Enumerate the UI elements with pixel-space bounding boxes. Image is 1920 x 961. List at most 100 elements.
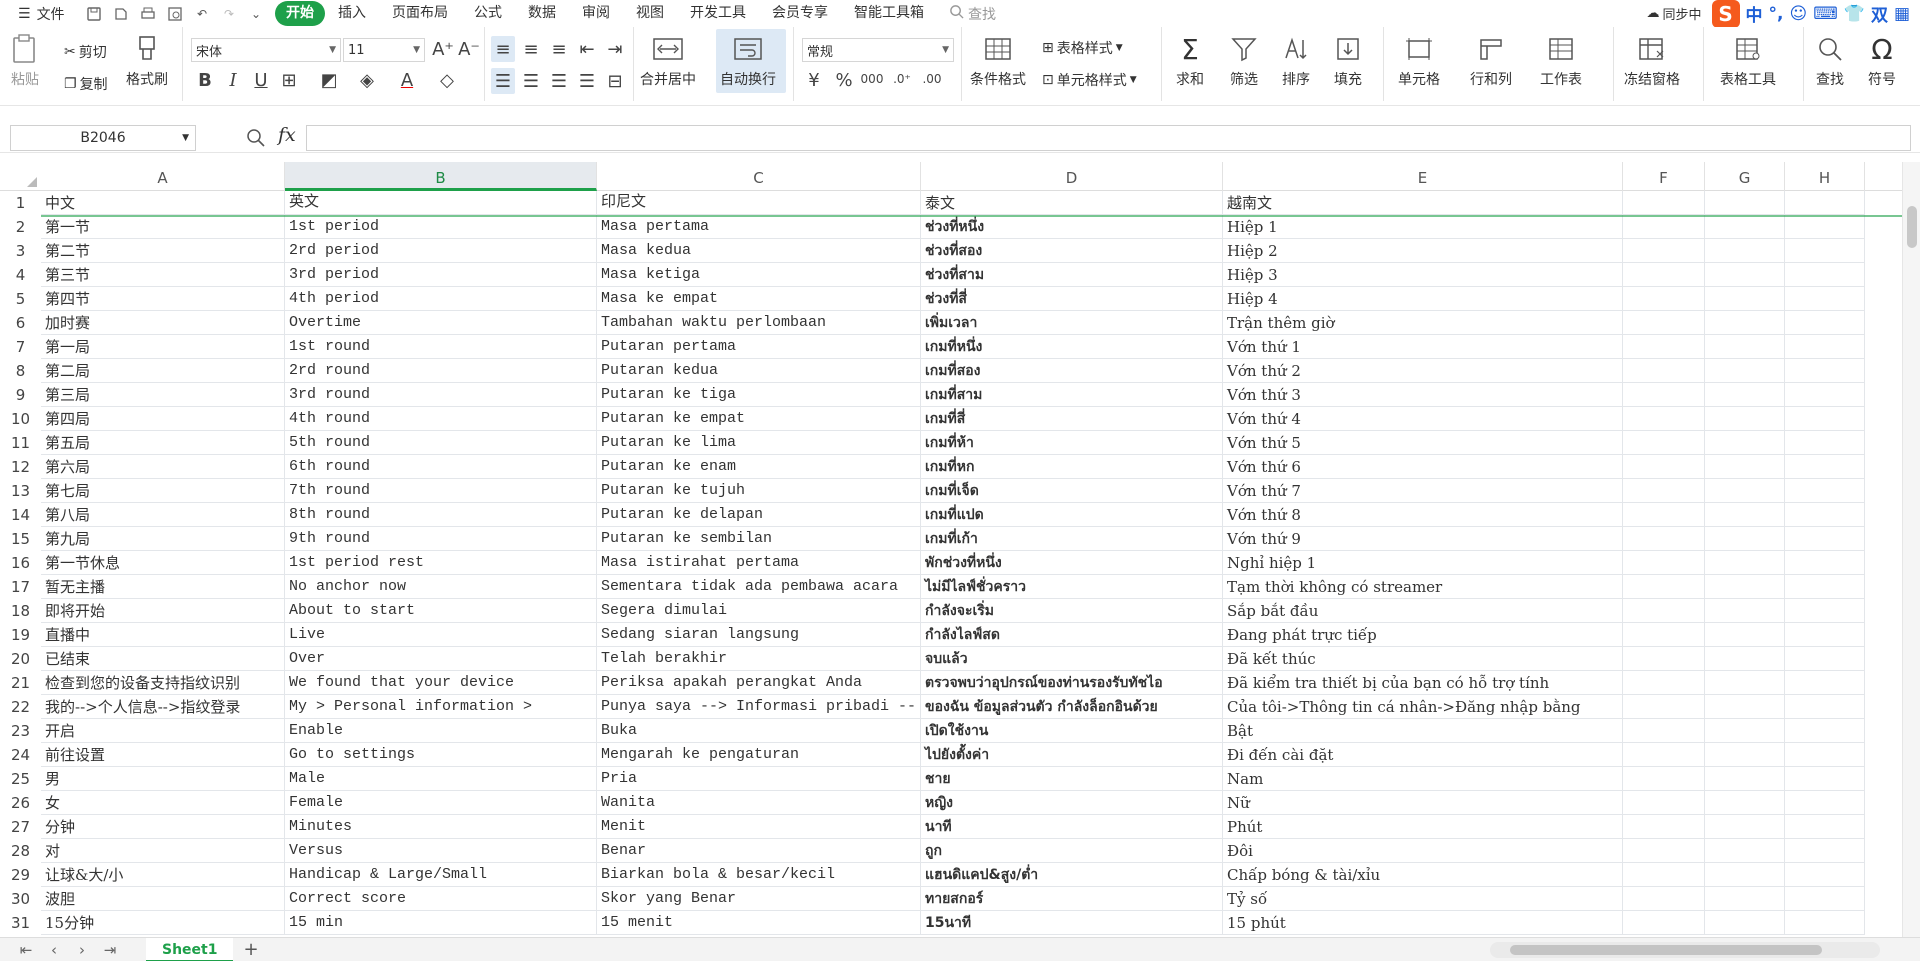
row-header[interactable]: 11 (0, 431, 41, 455)
cell-b15[interactable]: 9th round (285, 527, 597, 551)
row-header[interactable]: 6 (0, 311, 41, 335)
row-header[interactable]: 26 (0, 791, 41, 815)
cell-b30[interactable]: Correct score (285, 887, 597, 911)
cell-b29[interactable]: Handicap & Large/Small (285, 863, 597, 887)
cell-d19[interactable]: กำลังไลฟ์สด (921, 623, 1223, 647)
cell-f15[interactable] (1623, 527, 1705, 551)
cell-f27[interactable] (1623, 815, 1705, 839)
cell-g22[interactable] (1705, 695, 1785, 719)
cell-f7[interactable] (1623, 335, 1705, 359)
cell-e1[interactable]: 越南文 (1223, 191, 1623, 215)
cell-e2[interactable]: Hiệp 1 (1223, 215, 1623, 239)
cell-f22[interactable] (1623, 695, 1705, 719)
align-middle-icon[interactable]: ≡ (519, 39, 543, 60)
cell-g18[interactable] (1705, 599, 1785, 623)
cell-a8[interactable]: 第二局 (41, 359, 285, 383)
filter-button[interactable]: 筛选 (1230, 29, 1258, 89)
ime-keyboard-icon[interactable]: ⌨ (1813, 4, 1838, 24)
cell-a20[interactable]: 已结束 (41, 647, 285, 671)
cell-a24[interactable]: 前往设置 (41, 743, 285, 767)
cell-d23[interactable]: เปิดใช้งาน (921, 719, 1223, 743)
cell-a26[interactable]: 女 (41, 791, 285, 815)
align-bottom-icon[interactable]: ≡ (547, 39, 571, 60)
ime-skin-icon[interactable]: 👕 (1844, 4, 1865, 24)
prev-sheet-icon[interactable]: ‹ (40, 941, 68, 959)
cell-c21[interactable]: Periksa apakah perangkat Anda (597, 671, 921, 695)
cell-d28[interactable]: ถูก (921, 839, 1223, 863)
cell-g8[interactable] (1705, 359, 1785, 383)
tab-formulas[interactable]: 公式 (461, 1, 515, 26)
cell-h4[interactable] (1785, 263, 1865, 287)
cell-d31[interactable]: 15นาที (921, 911, 1223, 935)
cell-h25[interactable] (1785, 767, 1865, 791)
cell-a2[interactable]: 第一节 (41, 215, 285, 239)
cell-b22[interactable]: My > Personal information > (285, 695, 597, 719)
cell-g7[interactable] (1705, 335, 1785, 359)
cell-c28[interactable]: Benar (597, 839, 921, 863)
column-header-e[interactable]: E (1223, 162, 1623, 191)
cell-a1[interactable]: 中文 (41, 191, 285, 215)
select-all-corner[interactable] (0, 162, 41, 191)
cell-a14[interactable]: 第八局 (41, 503, 285, 527)
cell-e3[interactable]: Hiệp 2 (1223, 239, 1623, 263)
first-sheet-icon[interactable]: ⇤ (12, 941, 40, 959)
format-painter-button[interactable]: 格式刷 (126, 29, 168, 89)
tab-page-layout[interactable]: 页面布局 (379, 1, 461, 26)
cell-h21[interactable] (1785, 671, 1865, 695)
cell-f17[interactable] (1623, 575, 1705, 599)
cell-button[interactable]: 单元格 (1398, 29, 1440, 89)
cell-d17[interactable]: ไม่มีไลฟ์ชั่วคราว (921, 575, 1223, 599)
cell-d20[interactable]: จบแล้ว (921, 647, 1223, 671)
cell-c2[interactable]: Masa pertama (597, 215, 921, 239)
cell-e14[interactable]: Vớn thứ 8 (1223, 503, 1623, 527)
cell-e8[interactable]: Vớn thứ 2 (1223, 359, 1623, 383)
cell-g27[interactable] (1705, 815, 1785, 839)
cell-h1[interactable] (1785, 191, 1865, 215)
cell-d7[interactable]: เกมที่หนึ่ง (921, 335, 1223, 359)
row-header[interactable]: 28 (0, 839, 41, 863)
row-header[interactable]: 4 (0, 263, 41, 287)
cell-b10[interactable]: 4th round (285, 407, 597, 431)
cell-g23[interactable] (1705, 719, 1785, 743)
cell-a7[interactable]: 第一局 (41, 335, 285, 359)
cell-f28[interactable] (1623, 839, 1705, 863)
cell-h28[interactable] (1785, 839, 1865, 863)
cell-e12[interactable]: Vớn thứ 6 (1223, 455, 1623, 479)
column-header-b[interactable]: B (285, 162, 597, 191)
cell-c27[interactable]: Menit (597, 815, 921, 839)
fill-button[interactable]: 填充 (1334, 29, 1362, 89)
font-size-select[interactable]: 11 ▼ (343, 38, 425, 62)
cell-b2[interactable]: 1st period (285, 215, 597, 239)
cell-e31[interactable]: 15 phút (1223, 911, 1623, 935)
fill-color-icon[interactable]: ◈ (355, 70, 379, 91)
cell-d14[interactable]: เกมที่แปด (921, 503, 1223, 527)
row-header[interactable]: 5 (0, 287, 41, 311)
cell-f19[interactable] (1623, 623, 1705, 647)
cell-c29[interactable]: Biarkan bola & besar/kecil (597, 863, 921, 887)
conditional-format-button[interactable]: 条件格式 (970, 29, 1026, 89)
cell-d26[interactable]: หญิง (921, 791, 1223, 815)
redo-icon[interactable]: ↷ (220, 5, 238, 23)
undo-icon[interactable]: ↶ (193, 5, 211, 23)
cell-g11[interactable] (1705, 431, 1785, 455)
cell-f20[interactable] (1623, 647, 1705, 671)
cell-d27[interactable]: นาที (921, 815, 1223, 839)
cell-b6[interactable]: Overtime (285, 311, 597, 335)
cell-d15[interactable]: เกมที่เก้า (921, 527, 1223, 551)
column-header-c[interactable]: C (597, 162, 921, 191)
cell-h31[interactable] (1785, 911, 1865, 935)
cell-c7[interactable]: Putaran pertama (597, 335, 921, 359)
cell-a17[interactable]: 暂无主播 (41, 575, 285, 599)
row-header[interactable]: 20 (0, 647, 41, 671)
cell-a9[interactable]: 第三局 (41, 383, 285, 407)
cell-c16[interactable]: Masa istirahat pertama (597, 551, 921, 575)
row-header[interactable]: 14 (0, 503, 41, 527)
menu-search[interactable]: 查找 (949, 4, 996, 24)
cell-f26[interactable] (1623, 791, 1705, 815)
cell-g31[interactable] (1705, 911, 1785, 935)
cell-c1[interactable]: 印尼文 (597, 191, 921, 215)
cell-b31[interactable]: 15 min (285, 911, 597, 935)
cell-g1[interactable] (1705, 191, 1785, 215)
save-icon[interactable] (85, 5, 103, 23)
cell-f3[interactable] (1623, 239, 1705, 263)
